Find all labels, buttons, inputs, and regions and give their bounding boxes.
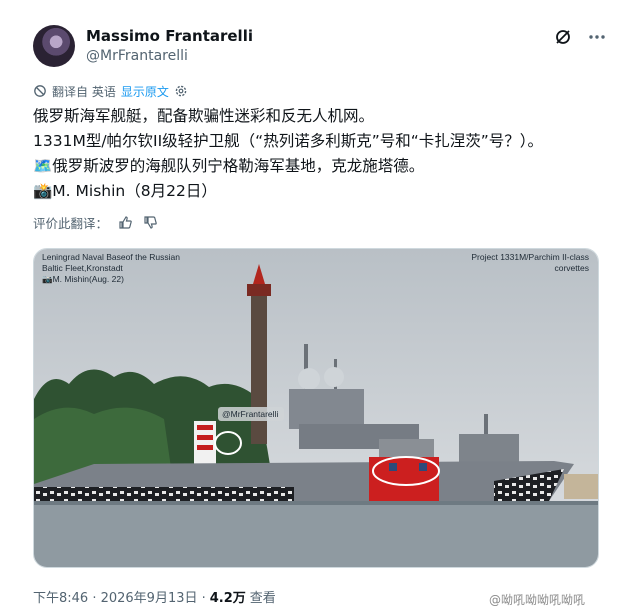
author-handle[interactable]: @MrFrantarelli — [86, 48, 188, 64]
translate-icon — [34, 85, 46, 97]
tweet-line: 俄罗斯海军舰艇，配备欺骗性迷彩和反无人机网。 — [33, 107, 375, 125]
caption-right: Project 1331M/Parchim II-class — [471, 252, 589, 262]
lighthouse — [251, 294, 267, 444]
water — [34, 501, 598, 567]
tweet-line: 📸M. Mishin（8月22日） — [33, 182, 217, 200]
rate-label: 评价此翻译： — [33, 216, 109, 231]
photo-tag: @MrFrantarelli — [222, 409, 278, 419]
caption-left: 📷M. Mishin(Aug. 22) — [42, 274, 124, 284]
grok-icon[interactable] — [554, 28, 572, 46]
show-original-link[interactable]: 显示原文 — [121, 83, 169, 100]
thumbs-down-icon[interactable] — [143, 215, 158, 230]
caption-left: Baltic Fleet,Kronstadt — [42, 263, 123, 273]
author-name[interactable]: Massimo Frantarelli — [86, 27, 253, 45]
translation-bar: 翻译自 英语 显示原文 — [33, 83, 188, 99]
translation-label: 翻译自 英语 — [52, 84, 116, 99]
caption-left: Leningrad Naval Baseof the Russian — [42, 252, 180, 262]
tweet-line: 1331M型/帕尔钦II级轻护卫舰（“热列诺多利斯克”号和“卡扎涅茨”号？）。 — [33, 132, 544, 150]
tweet-text: 俄罗斯海军舰艇，配备欺骗性迷彩和反无人机网。 1331M型/帕尔钦II级轻护卫舰… — [33, 104, 603, 204]
watermark: @呦吼呦呦吼呦吼 — [489, 593, 586, 607]
more-horizontal-icon[interactable] — [586, 26, 608, 48]
tweet-footer: 下午8:46 · 2026年9月13日 · 4.2万 查看 — [33, 587, 276, 606]
gear-icon[interactable] — [174, 84, 188, 98]
tweet-line: 🗺️俄罗斯波罗的海舰队列宁格勒海军基地，克龙施塔德。 — [33, 157, 425, 175]
view-label: 查看 — [249, 591, 276, 606]
timestamp[interactable]: 下午8:46 · 2026年9月13日 · — [33, 587, 206, 606]
caption-right: corvettes — [555, 263, 590, 273]
rate-translation: 评价此翻译： — [33, 213, 158, 232]
thumbs-up-icon[interactable] — [118, 215, 133, 230]
avatar[interactable] — [33, 25, 75, 67]
view-count: 4.2万 — [209, 591, 246, 606]
tweet-photo[interactable]: Leningrad Naval Baseof the Russian Balti… — [33, 248, 599, 568]
